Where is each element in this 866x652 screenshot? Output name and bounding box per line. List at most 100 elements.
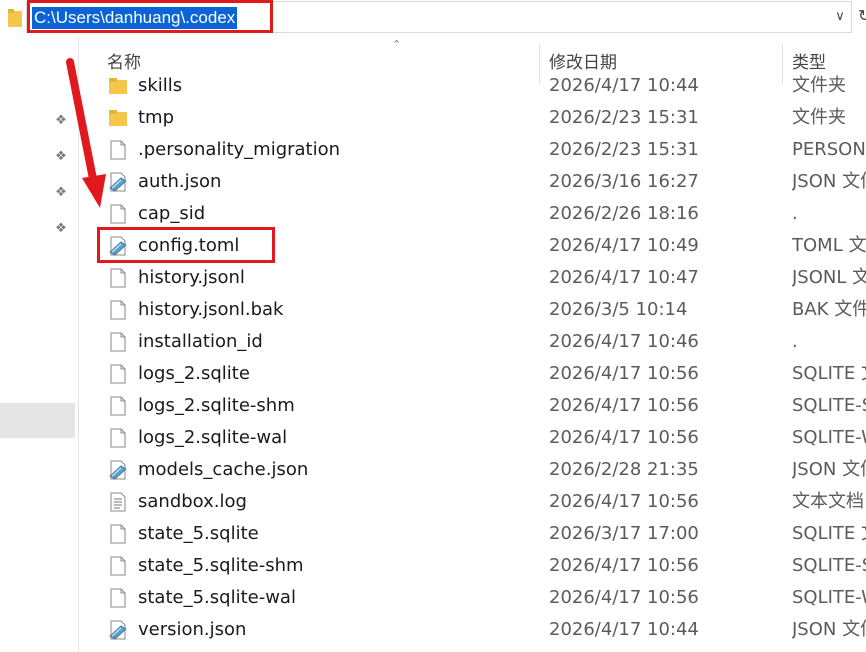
file-date: 2026/2/23 15:31 (549, 107, 699, 128)
blank-file-icon (110, 332, 126, 352)
file-name: logs_2.sqlite (138, 363, 250, 384)
file-name: logs_2.sqlite-wal (138, 427, 288, 448)
pin-icon[interactable]: ❖ (54, 222, 68, 236)
file-date: 2026/4/17 10:49 (549, 235, 699, 256)
file-row[interactable]: logs_2.sqlite 2026/4/17 10:56 SQLITE 文件 (80, 358, 866, 390)
sort-ascending-icon[interactable]: ⌃ (392, 38, 401, 51)
file-row[interactable]: state_5.sqlite-wal 2026/4/17 10:56 SQLITE-… (80, 582, 866, 614)
blank-file-icon (110, 140, 126, 160)
file-list: skills 2026/4/17 10:44 文件夹 tmp 2026/2/23 15:… (80, 72, 866, 652)
file-name: auth.json (138, 171, 222, 192)
nav-selected-item[interactable] (0, 403, 75, 438)
blank-file-icon (110, 300, 126, 320)
file-name: skills (138, 75, 183, 96)
file-date: 2026/4/17 10:44 (549, 75, 699, 96)
pin-icon[interactable]: ❖ (54, 186, 68, 200)
file-date: 2026/4/17 10:56 (549, 587, 699, 608)
file-type: JSON 文件 (792, 171, 866, 192)
file-row[interactable]: auth.json 2026/3/16 16:27 JSON 文件 (80, 166, 866, 198)
file-row[interactable]: sandbox.log 2026/4/17 10:56 文本文档 (80, 486, 866, 518)
chevron-down-icon[interactable]: ∨ (832, 7, 848, 27)
file-date: 2026/4/17 10:44 (549, 619, 699, 640)
navigation-pane: ❖ ❖ ❖ ❖ (0, 36, 79, 652)
file-row[interactable]: cap_sid 2026/2/26 18:16. (80, 198, 866, 230)
folder-icon (109, 78, 127, 94)
file-date: 2026/4/17 10:47 (549, 267, 699, 288)
file-date: 2026/4/17 10:56 (549, 427, 699, 448)
file-name: models_cache.json (138, 459, 309, 480)
config-highlight-box (97, 227, 275, 263)
address-highlight-box (27, 0, 273, 33)
file-name: tmp (138, 107, 175, 128)
file-date: 2026/4/17 10:46 (549, 331, 699, 352)
file-date: 2026/4/17 10:56 (549, 491, 699, 512)
file-type: JSONL 文件 (792, 267, 866, 288)
column-date-header[interactable]: 修改日期 (549, 52, 617, 74)
blank-file-icon (110, 524, 126, 544)
file-type: SQLITE-WAL (792, 427, 866, 448)
file-row[interactable]: version.json 2026/4/17 10:44 JSON 文件 (80, 614, 866, 646)
file-type: 文本文档 (792, 491, 864, 512)
file-type: SQLITE-WAL (792, 587, 866, 608)
file-row[interactable]: skills 2026/4/17 10:44 文件夹 (80, 72, 866, 102)
file-type: PERSONA (792, 139, 866, 160)
column-name-header[interactable]: 名称 (107, 52, 141, 74)
file-date: 2026/3/16 16:27 (549, 171, 699, 192)
file-type: SQLITE-SHM (792, 555, 866, 576)
file-type: BAK 文件 (792, 299, 866, 320)
refresh-icon[interactable]: ↻ (858, 6, 866, 26)
pin-icon[interactable]: ❖ (54, 150, 68, 164)
file-type: JSON 文件 (792, 459, 866, 480)
file-type: 文件夹 (792, 107, 846, 128)
file-row[interactable]: history.jsonl 2026/4/17 10:47 JSONL 文件 (80, 262, 866, 294)
file-type: 文件夹 (792, 75, 846, 96)
file-name: history.jsonl (138, 267, 245, 288)
file-date: 2026/2/23 15:31 (549, 139, 699, 160)
json-file-icon (109, 172, 127, 192)
file-name: sandbox.log (138, 491, 247, 512)
folder-icon (109, 110, 127, 126)
file-date: 2026/2/28 21:35 (549, 459, 699, 480)
file-row[interactable]: logs_2.sqlite-shm 2026/4/17 10:56 SQLITE-S… (80, 390, 866, 422)
blank-file-icon (110, 268, 126, 288)
file-name: history.jsonl.bak (138, 299, 284, 320)
text-file-icon (110, 492, 126, 512)
file-row[interactable]: installation_id 2026/4/17 10:46. (80, 326, 866, 358)
file-name: state_5.sqlite (138, 523, 259, 544)
file-date: 2026/4/17 10:56 (549, 363, 699, 384)
file-name: version.json (138, 619, 247, 640)
file-row[interactable]: logs_2.sqlite-wal 2026/4/17 10:56 SQLITE-W… (80, 422, 866, 454)
file-type: JSON 文件 (792, 619, 866, 640)
json-file-icon (109, 620, 127, 640)
blank-file-icon (110, 428, 126, 448)
file-date: 2026/2/26 18:16 (549, 203, 699, 224)
column-type-header[interactable]: 类型 (792, 52, 826, 74)
file-date: 2026/4/17 10:56 (549, 555, 699, 576)
file-row[interactable]: history.jsonl.bak 2026/3/5 10:14 BAK 文件 (80, 294, 866, 326)
pin-icon[interactable]: ❖ (54, 114, 68, 128)
file-type: . (792, 203, 798, 224)
address-bar: C:\Users\danhuang\.codex ∨ ↻ (0, 0, 866, 36)
file-date: 2026/3/5 10:14 (549, 299, 688, 320)
file-row[interactable]: state_5.sqlite-shm 2026/4/17 10:56 SQLITE-… (80, 550, 866, 582)
blank-file-icon (110, 556, 126, 576)
file-type: SQLITE-SHM (792, 395, 866, 416)
blank-file-icon (110, 364, 126, 384)
file-type: SQLITE 文件 (792, 363, 866, 384)
file-row[interactable]: tmp 2026/2/23 15:31 文件夹 (80, 102, 866, 134)
file-type: . (792, 331, 798, 352)
file-name: cap_sid (138, 203, 206, 224)
file-name: state_5.sqlite-shm (138, 555, 304, 576)
file-name: installation_id (138, 331, 263, 352)
file-type: TOML 文件 (792, 235, 866, 256)
blank-file-icon (110, 396, 126, 416)
file-row[interactable]: models_cache.json 2026/2/28 21:35 JSON 文件 (80, 454, 866, 486)
file-type: SQLITE 文件 (792, 523, 866, 544)
folder-icon (8, 9, 22, 27)
file-row[interactable]: .personality_migration 2026/2/23 15:31 PER… (80, 134, 866, 166)
file-date: 2026/4/17 10:56 (549, 395, 699, 416)
file-name: .personality_migration (138, 139, 341, 160)
blank-file-icon (110, 204, 126, 224)
file-row[interactable]: state_5.sqlite 2026/3/17 17:00 SQLITE 文件 (80, 518, 866, 550)
json-file-icon (109, 460, 127, 480)
